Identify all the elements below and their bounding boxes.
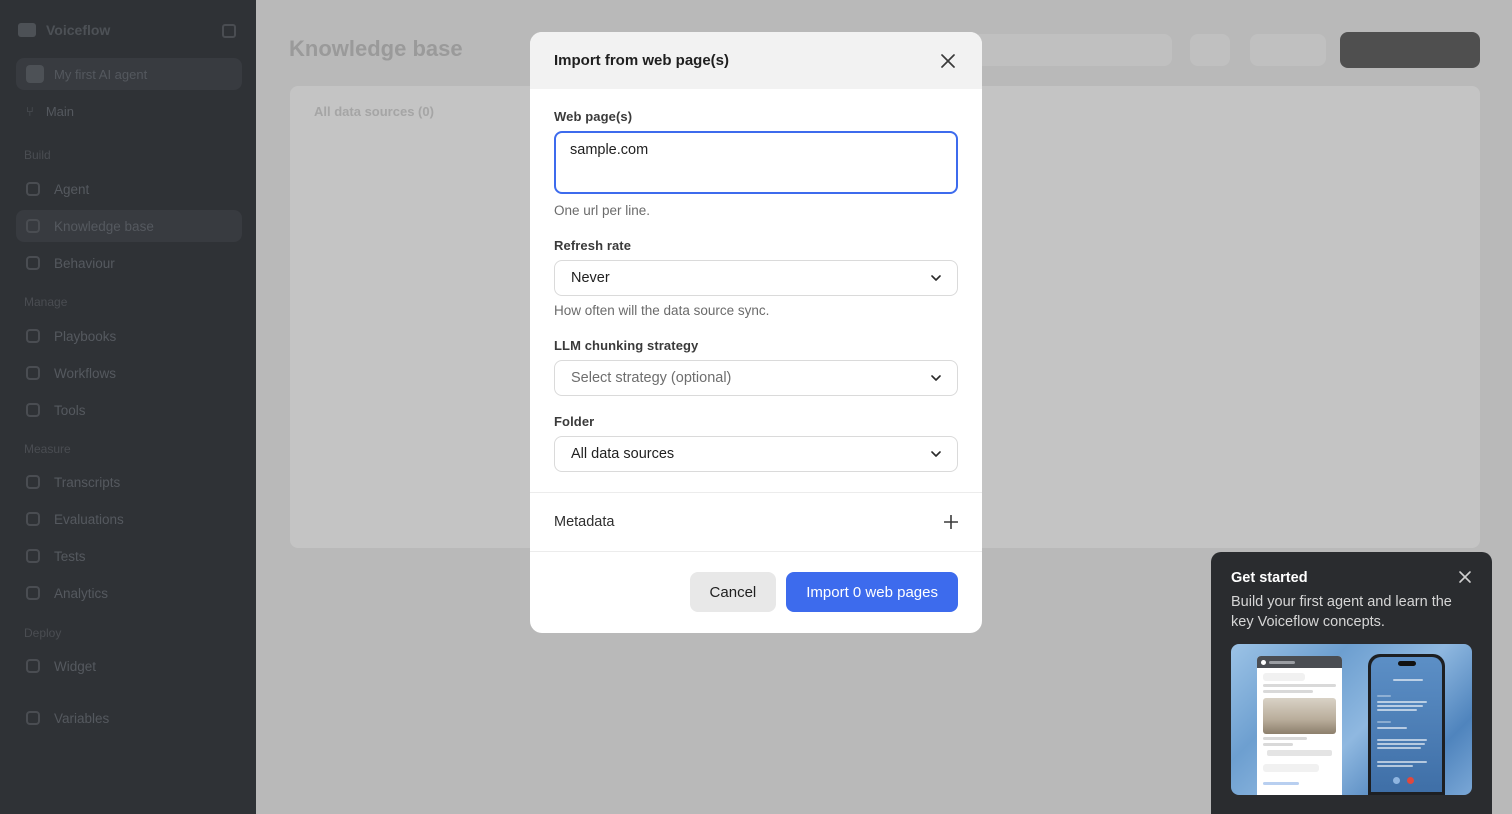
sidebar-item-variables[interactable]: Variables [16, 702, 242, 734]
playbook-icon [26, 329, 40, 343]
sidebar-item-playbooks[interactable]: Playbooks [16, 320, 242, 352]
web-pages-label: Web page(s) [554, 109, 633, 124]
preview-button[interactable] [1250, 34, 1326, 66]
sidebar-item-behaviour[interactable]: Behaviour [16, 247, 242, 279]
chevron-down-icon [931, 275, 941, 281]
agent-icon [26, 182, 40, 196]
metadata-section[interactable]: Metadata [530, 493, 982, 551]
branch-icon: ⑂ [26, 104, 34, 119]
sidebar-section-measure: Measure [24, 442, 71, 456]
filter-button[interactable] [1190, 34, 1230, 66]
workflow-icon [26, 366, 40, 380]
cancel-button[interactable]: Cancel [689, 572, 777, 612]
sidebar-section-build: Build [24, 148, 51, 162]
get-started-popup: Get started Build your first agent and l… [1211, 552, 1492, 814]
sidebar-item-label: Knowledge base [54, 218, 154, 234]
chat-widget-illustration [1257, 656, 1342, 795]
get-started-title: Get started [1231, 570, 1308, 586]
sofa-image [1263, 698, 1336, 734]
sidebar-item-workflows[interactable]: Workflows [16, 357, 242, 389]
sidebar-item-label: Behaviour [54, 255, 115, 271]
chunking-strategy-select[interactable]: Select strategy (optional) [554, 360, 958, 396]
sidebar-item-label: Evaluations [54, 511, 124, 527]
sidebar-item-analytics[interactable]: Analytics [16, 577, 242, 609]
folder-label: Folder [554, 414, 595, 429]
behaviour-icon [26, 256, 40, 270]
agent-name: My first AI agent [54, 66, 148, 82]
sidebar-item-label: Variables [54, 710, 110, 726]
evaluation-icon [26, 512, 40, 526]
sidebar-section-deploy: Deploy [24, 626, 62, 640]
page-title: Knowledge base [289, 36, 463, 61]
web-pages-input[interactable] [554, 131, 958, 194]
refresh-rate-hint: How often will the data source sync. [554, 303, 770, 318]
sidebar-item-label: Analytics [54, 585, 109, 601]
sidebar: Voiceflow My first AI agent ⑂ Main Build… [0, 0, 256, 814]
agent-avatar [26, 65, 44, 83]
sidebar-collapse-icon[interactable] [222, 24, 236, 38]
import-web-pages-modal: Import from web page(s) Web page(s) One … [530, 32, 982, 633]
get-started-text: Build your first agent and learn the key… [1231, 594, 1452, 630]
import-button[interactable]: Import 0 web pages [786, 572, 958, 612]
modal-footer: Cancel Import 0 web pages [530, 552, 982, 632]
sidebar-item-agent[interactable]: Agent [16, 173, 242, 205]
search-input[interactable] [972, 34, 1172, 66]
get-started-illustration[interactable] [1231, 644, 1472, 795]
sidebar-item-transcripts[interactable]: Transcripts [16, 466, 242, 498]
sidebar-item-label: Playbooks [54, 328, 117, 344]
chart-icon [26, 586, 40, 600]
metadata-label: Metadata [554, 514, 615, 530]
environment-name: Main [45, 104, 74, 119]
chevron-down-icon [931, 451, 941, 457]
sidebar-item-tools[interactable]: Tools [16, 394, 242, 426]
refresh-rate-label: Refresh rate [554, 238, 632, 253]
variable-icon [26, 711, 40, 725]
plus-icon[interactable] [944, 515, 958, 529]
modal-body: Web page(s) One url per line. Refresh ra… [530, 89, 982, 472]
sidebar-section-manage: Manage [24, 295, 68, 309]
refresh-rate-value: Never [571, 270, 610, 286]
sidebar-item-label: Agent [54, 181, 90, 197]
test-icon [26, 549, 40, 563]
folder-select[interactable]: All data sources [554, 436, 958, 472]
voiceflow-logo-icon [18, 23, 36, 37]
workspace-switcher[interactable]: Voiceflow [18, 22, 110, 38]
wrench-icon [26, 403, 40, 417]
sidebar-item-evaluations[interactable]: Evaluations [16, 503, 242, 535]
widget-icon [26, 659, 40, 673]
sidebar-item-label: Workflows [54, 365, 117, 381]
folder-value: All data sources [571, 446, 675, 462]
workspace-name: Voiceflow [46, 22, 111, 38]
modal-header: Import from web page(s) [530, 32, 982, 89]
sidebar-item-widget[interactable]: Widget [16, 650, 242, 682]
agent-switcher[interactable]: My first AI agent [16, 58, 242, 90]
chunking-strategy-placeholder: Select strategy (optional) [571, 370, 732, 386]
modal-title: Import from web page(s) [554, 52, 730, 69]
sidebar-item-label: Tools [54, 402, 86, 418]
web-pages-hint: One url per line. [554, 203, 651, 218]
chevron-down-icon [931, 375, 941, 381]
chunking-strategy-label: LLM chunking strategy [554, 338, 699, 353]
sidebar-item-knowledge-base[interactable]: Knowledge base [16, 210, 242, 242]
phone-illustration [1368, 654, 1445, 795]
refresh-rate-select[interactable]: Never [554, 260, 958, 296]
database-icon [26, 219, 40, 233]
sidebar-item-tests[interactable]: Tests [16, 540, 242, 572]
close-icon[interactable] [938, 51, 958, 71]
sidebar-item-label: Widget [54, 658, 97, 674]
close-icon[interactable] [1458, 570, 1474, 586]
transcript-icon [26, 475, 40, 489]
environment-switcher[interactable]: ⑂ Main [26, 104, 74, 119]
data-sources-caption: All data sources (0) [314, 104, 434, 119]
add-data-source-button[interactable] [1340, 32, 1480, 68]
sidebar-item-label: Transcripts [54, 474, 121, 490]
sidebar-item-label: Tests [54, 548, 86, 564]
